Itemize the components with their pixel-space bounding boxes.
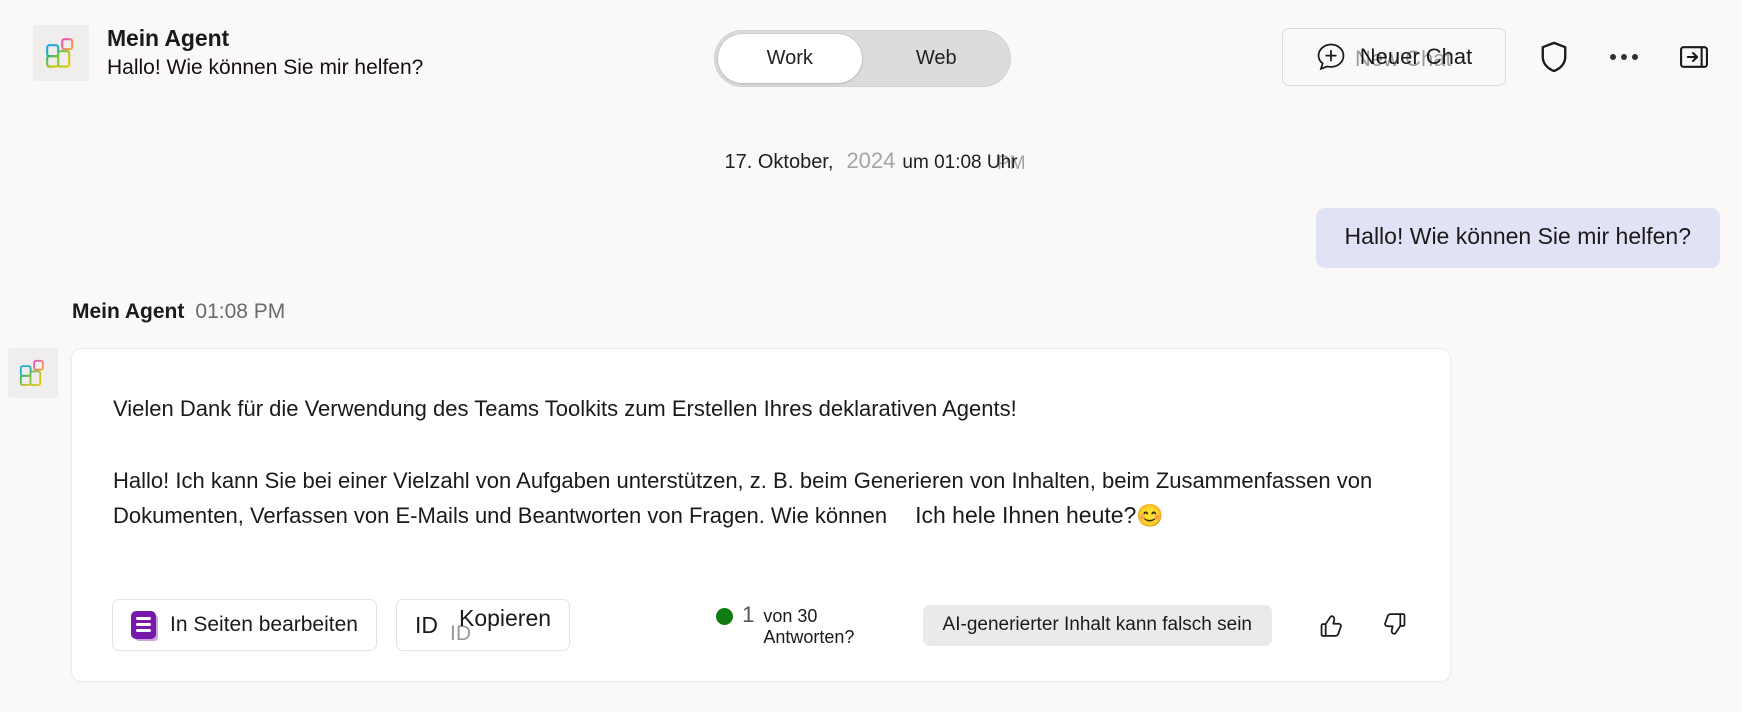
chat-header: Mein Agent Hallo! Wie können Sie mir hel…	[0, 0, 1742, 112]
answer-paragraph-thanks: Vielen Dank für die Verwendung des Teams…	[113, 396, 1017, 421]
scope-option-web[interactable]: Web	[862, 30, 1011, 87]
loop-pages-icon	[131, 611, 156, 639]
thumbs-down-button[interactable]	[1376, 606, 1414, 644]
agent-subtitle: Hallo! Wie können Sie mir helfen?	[107, 55, 424, 79]
agent-avatar	[8, 348, 58, 398]
status-dot-icon	[716, 608, 734, 625]
agent-answer-card: Vielen Dank für die Verwendung des Teams…	[71, 348, 1451, 682]
header-actions: New Chat Neuer Chat	[1282, 28, 1716, 86]
new-chat-button[interactable]: New Chat Neuer Chat	[1282, 28, 1506, 86]
ai-disclaimer-badge: AI-generierter Inhalt kann falsch sein	[922, 604, 1272, 646]
copy-id-button[interactable]: ID Kopieren ID	[395, 599, 571, 651]
copy-id-prefix: ID	[414, 611, 438, 638]
user-message-row: Hallo! Wie können Sie mir helfen?	[1315, 208, 1720, 268]
shield-icon	[1541, 41, 1567, 73]
answer-card-actions: In Seiten bearbeiten ID Kopieren ID 1 vo…	[112, 599, 1414, 651]
answers-count-number: 1	[742, 602, 755, 627]
add-chat-bubble-icon	[1317, 43, 1345, 71]
day-divider: 17. Oktober, 2024 um 01:08 Uhr PM	[0, 148, 1742, 174]
agent-name: Mein Agent	[107, 25, 230, 52]
agent-identity: Mein Agent Hallo! Wie können Sie mir hel…	[33, 25, 423, 81]
thumbs-up-icon	[1320, 615, 1342, 637]
agent-byline-name: Mein Agent	[72, 300, 185, 323]
thumbs-up-button[interactable]	[1312, 606, 1350, 644]
agent-answer-body: Vielen Dank für die Verwendung des Teams…	[113, 394, 1414, 533]
agent-meta: Mein Agent Hallo! Wie können Sie mir hel…	[107, 25, 424, 79]
teams-toolkit-grid-icon	[33, 25, 89, 81]
scope-option-work[interactable]: Work	[718, 34, 862, 83]
shield-button[interactable]	[1532, 35, 1576, 79]
thumbs-down-icon	[1384, 613, 1406, 635]
edit-in-pages-button[interactable]: In Seiten bearbeiten	[112, 599, 377, 651]
divider-time: um 01:08 Uhr PM	[902, 152, 1025, 174]
answer-tail-label: Ich hele Ihnen heute?	[915, 501, 1137, 528]
answer-tail-text: Ich hele Ihnen heute?😊	[915, 502, 1164, 528]
divider-time-ghost: PM	[997, 153, 1026, 174]
scope-toggle[interactable]: Work Web	[714, 30, 1011, 87]
edit-in-pages-label: In Seiten bearbeiten	[170, 613, 358, 636]
agent-byline: Mein Agent 01:08 PM	[72, 300, 285, 324]
more-options-icon	[1610, 54, 1638, 60]
teams-toolkit-grid-icon	[8, 348, 58, 398]
smiling-face-emoji: 😊	[1136, 502, 1164, 528]
new-chat-label: Neuer Chat	[1359, 44, 1473, 69]
feedback-group	[1312, 606, 1414, 644]
answers-count: 1 von 30 Antworten?	[716, 602, 888, 648]
divider-date: 17. Oktober,	[724, 151, 834, 173]
user-message-bubble: Hallo! Wie können Sie mir helfen?	[1315, 208, 1720, 268]
answers-count-text: von 30 Antworten?	[763, 606, 855, 647]
more-options-button[interactable]	[1602, 35, 1646, 79]
answer-main-text: Hallo! Ich kann Sie bei einer Vielzahl v…	[113, 467, 1373, 528]
collapse-panel-icon	[1680, 46, 1708, 68]
copy-id-label: Kopieren	[458, 604, 552, 631]
agent-byline-time: 01:08 PM	[195, 300, 286, 323]
divider-year: 2024	[846, 148, 896, 173]
collapse-panel-button[interactable]	[1672, 35, 1716, 79]
answer-paragraph-main: Hallo! Ich kann Sie bei einer Vielzahl v…	[113, 464, 1414, 534]
